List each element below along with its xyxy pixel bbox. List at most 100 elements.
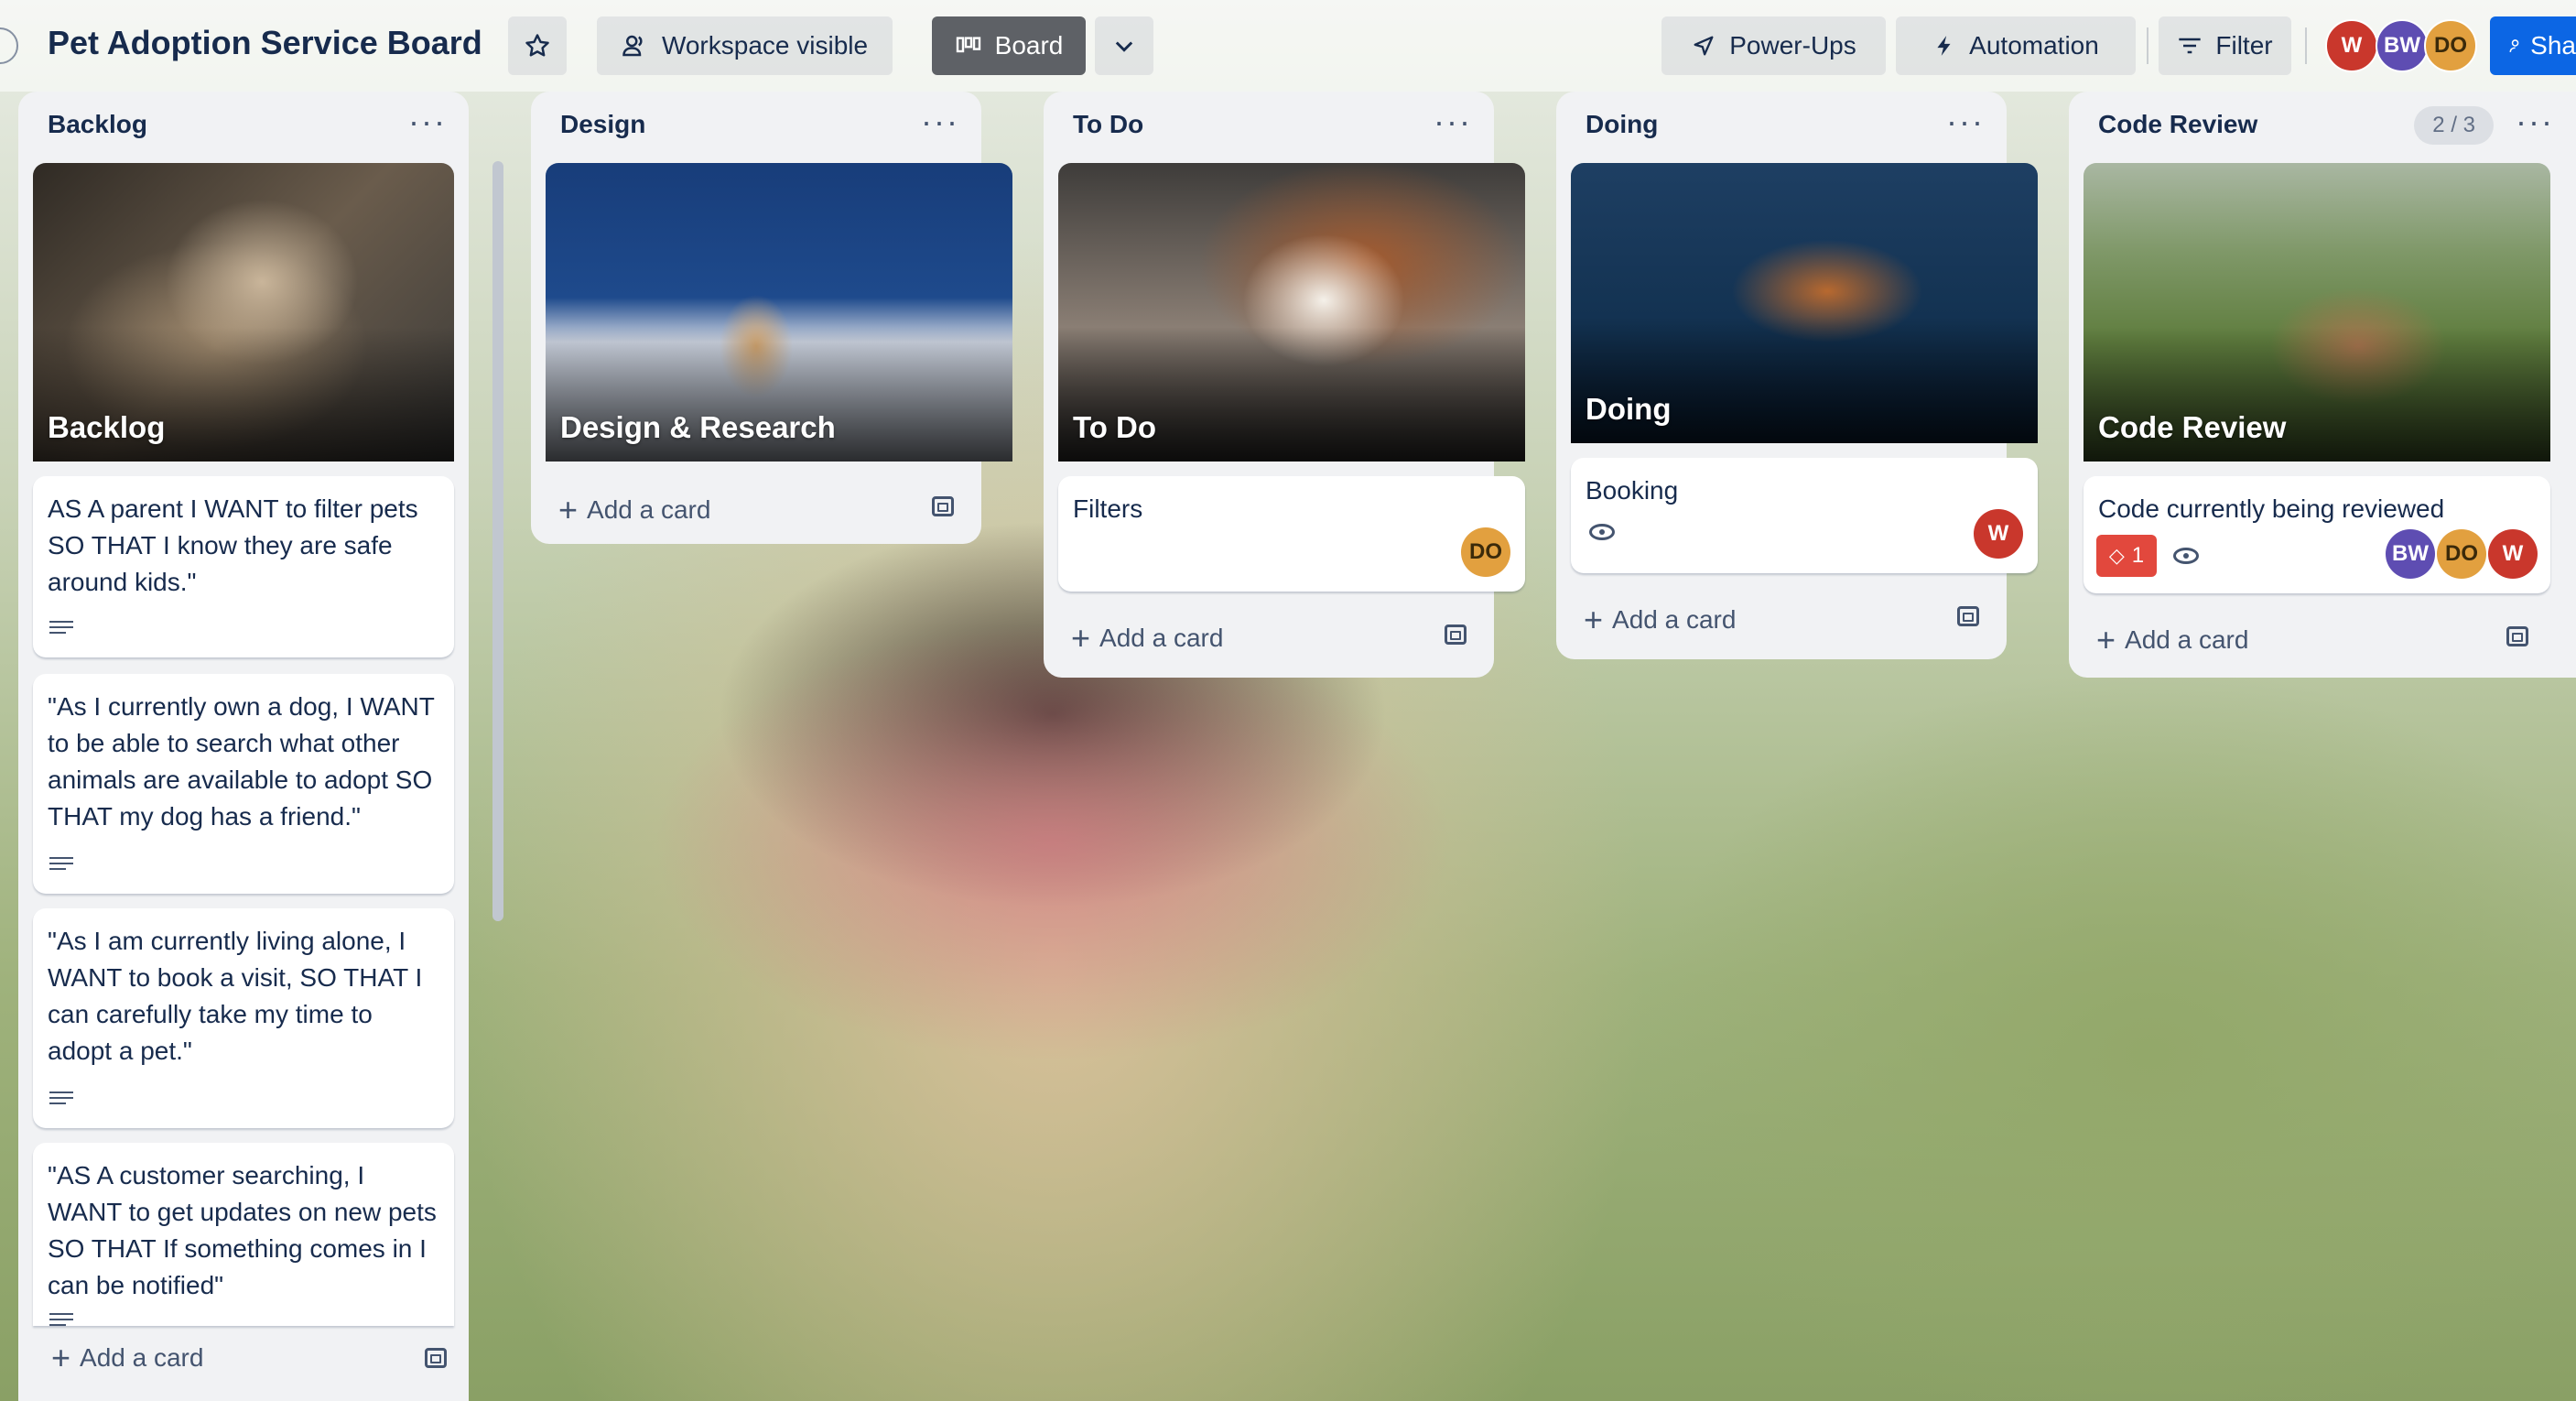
sidebar-toggle-button[interactable] bbox=[0, 27, 18, 64]
list-menu-button[interactable]: ··· bbox=[408, 103, 447, 141]
board-view-label: Board bbox=[994, 31, 1064, 60]
card-title: "AS A customer searching, I WANT to get … bbox=[48, 1161, 437, 1299]
card[interactable]: Booking W bbox=[1571, 458, 2038, 573]
list-backlog: Backlog ··· Backlog AS A parent I WANT t… bbox=[18, 92, 469, 1401]
cover-image-puppy[interactable]: Design & Research bbox=[546, 163, 1012, 462]
card-template-icon[interactable] bbox=[425, 1348, 447, 1368]
card-template-icon[interactable] bbox=[1445, 624, 1467, 645]
description-icon bbox=[49, 857, 73, 875]
power-ups-button[interactable]: Power-Ups bbox=[1661, 16, 1886, 75]
list-menu-button[interactable]: ··· bbox=[2516, 103, 2554, 141]
plus-icon: + bbox=[1584, 601, 1604, 638]
card-title: Code currently being reviewed bbox=[2098, 494, 2445, 523]
card-limit-badge: 2 / 3 bbox=[2414, 106, 2494, 145]
add-card-label: Add a card bbox=[1612, 605, 1737, 634]
watching-icon bbox=[2173, 548, 2199, 564]
label-count: 1 bbox=[2131, 543, 2145, 568]
cover-image-cat[interactable]: Backlog bbox=[33, 163, 454, 462]
card-member-avatar[interactable]: W bbox=[2488, 529, 2538, 579]
card-member-avatar[interactable]: DO bbox=[2437, 529, 2486, 579]
card-title: AS A parent I WANT to filter pets SO THA… bbox=[48, 494, 418, 596]
add-card-button[interactable]: + Add a card bbox=[1071, 619, 1223, 657]
cover-image-guinea-pig[interactable]: To Do bbox=[1058, 163, 1525, 462]
list-design: Design ··· Design & Research + Add a card bbox=[531, 92, 1012, 544]
card-template-icon[interactable] bbox=[932, 496, 954, 516]
cover-image-foal[interactable]: Code Review bbox=[2084, 163, 2550, 462]
card-member-avatar[interactable]: W bbox=[1974, 509, 2023, 559]
list-title[interactable]: Code Review bbox=[2098, 110, 2257, 139]
card[interactable]: AS A parent I WANT to filter pets SO THA… bbox=[33, 476, 454, 657]
card-title: Booking bbox=[1586, 476, 1679, 505]
chevron-down-icon bbox=[1115, 41, 1133, 52]
add-card-label: Add a card bbox=[587, 495, 711, 524]
card[interactable]: Filters DO bbox=[1058, 476, 1525, 592]
add-card-button[interactable]: + Add a card bbox=[1584, 601, 1736, 639]
share-button[interactable]: Sha bbox=[2490, 16, 2576, 75]
divider bbox=[2147, 27, 2148, 64]
plus-icon: + bbox=[1071, 619, 1091, 657]
cover-title: Design & Research bbox=[560, 410, 836, 444]
description-icon bbox=[49, 1313, 73, 1326]
automation-button[interactable]: Automation bbox=[1896, 16, 2136, 75]
description-icon bbox=[49, 1091, 73, 1110]
list-menu-button[interactable]: ··· bbox=[1946, 103, 1985, 141]
card-title: "As I am currently living alone, I WANT … bbox=[48, 927, 423, 1065]
add-person-icon bbox=[2509, 39, 2519, 52]
board-view-button[interactable]: Board bbox=[932, 16, 1086, 75]
board-view-icon bbox=[956, 37, 980, 53]
card-member-avatar[interactable]: DO bbox=[1461, 527, 1510, 577]
add-card-label: Add a card bbox=[2125, 625, 2249, 654]
view-switcher-dropdown[interactable] bbox=[1095, 16, 1153, 75]
filter-button[interactable]: Filter bbox=[2159, 16, 2291, 75]
list-todo: To Do ··· To Do Filters DO + Add a card bbox=[1044, 92, 1525, 678]
list-title[interactable]: Design bbox=[560, 110, 645, 139]
add-card-button[interactable]: + Add a card bbox=[51, 1339, 203, 1377]
workspace-visibility-button[interactable]: Workspace visible bbox=[597, 16, 893, 75]
card-member-avatar[interactable]: BW bbox=[2386, 529, 2435, 579]
list-title[interactable]: To Do bbox=[1073, 110, 1143, 139]
list-code-review: Code Review 2 / 3 ··· Code Review Code c… bbox=[2069, 92, 2576, 678]
board-header: Pet Adoption Service Board Workspace vis… bbox=[0, 0, 2576, 92]
list-title[interactable]: Doing bbox=[1586, 110, 1658, 139]
label-badge[interactable]: ◇ 1 bbox=[2096, 535, 2157, 577]
star-button[interactable] bbox=[508, 16, 567, 75]
star-icon bbox=[525, 34, 549, 57]
plus-icon: + bbox=[51, 1339, 71, 1376]
list-menu-button[interactable]: ··· bbox=[1434, 103, 1472, 141]
member-avatar[interactable]: W bbox=[2325, 19, 2378, 72]
card-template-icon[interactable] bbox=[2506, 626, 2528, 646]
member-avatar[interactable]: DO bbox=[2424, 19, 2477, 72]
automation-label: Automation bbox=[1969, 31, 2099, 60]
list-doing: Doing ··· Doing Booking W + Add a card bbox=[1556, 92, 2038, 659]
card[interactable]: "As I currently own a dog, I WANT to be … bbox=[33, 674, 454, 894]
plus-icon: + bbox=[2096, 621, 2116, 658]
description-icon bbox=[49, 621, 73, 639]
member-avatar[interactable]: BW bbox=[2376, 19, 2429, 72]
card-title: Filters bbox=[1073, 494, 1143, 523]
plus-icon: + bbox=[558, 491, 579, 528]
add-card-button[interactable]: + Add a card bbox=[2096, 621, 2248, 659]
people-icon bbox=[622, 35, 643, 57]
cover-title: To Do bbox=[1073, 410, 1157, 444]
tag-icon: ◇ bbox=[2108, 544, 2125, 567]
workspace-visibility-label: Workspace visible bbox=[661, 31, 869, 60]
card[interactable]: "As I am currently living alone, I WANT … bbox=[33, 908, 454, 1128]
list-menu-button[interactable]: ··· bbox=[921, 103, 959, 141]
filter-label: Filter bbox=[2215, 31, 2273, 60]
card-template-icon[interactable] bbox=[1957, 606, 1979, 626]
add-card-button[interactable]: + Add a card bbox=[558, 491, 710, 529]
card[interactable]: Code currently being reviewed ◇ 1 BW DO … bbox=[2084, 476, 2550, 593]
lightning-icon bbox=[1937, 36, 1951, 56]
card-title: "As I currently own a dog, I WANT to be … bbox=[48, 692, 435, 831]
list-scrollbar[interactable] bbox=[492, 161, 503, 921]
filter-icon bbox=[2179, 38, 2202, 54]
rocket-icon bbox=[1694, 36, 1714, 56]
board-title[interactable]: Pet Adoption Service Board bbox=[48, 24, 482, 62]
list-title[interactable]: Backlog bbox=[48, 110, 147, 139]
cover-image-turtle[interactable]: Doing bbox=[1571, 163, 2038, 443]
power-ups-label: Power-Ups bbox=[1729, 31, 1856, 60]
add-card-label: Add a card bbox=[1099, 624, 1224, 652]
divider bbox=[2305, 27, 2307, 64]
cover-title: Backlog bbox=[48, 410, 166, 444]
card[interactable]: "AS A customer searching, I WANT to get … bbox=[33, 1143, 454, 1326]
